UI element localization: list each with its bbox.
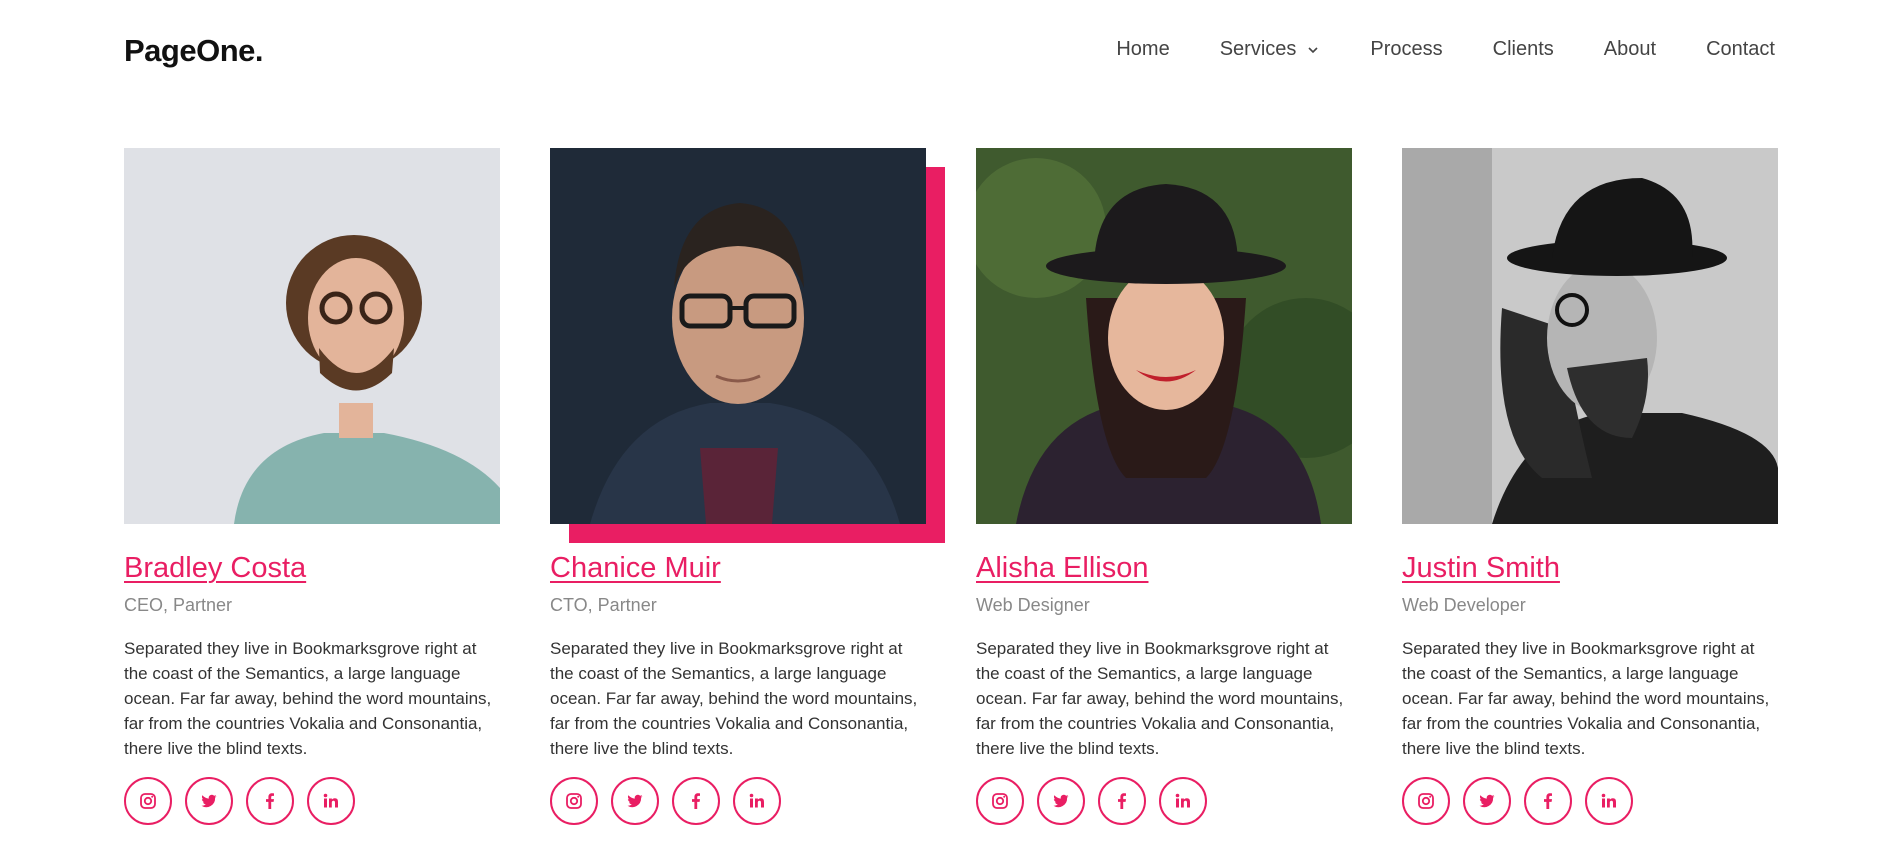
linkedin-icon [1175, 793, 1190, 808]
team-member-photo [976, 148, 1352, 524]
member-role: Web Designer [976, 595, 1090, 615]
team-card-highlighted: Chanice Muir CTO, Partner Separated they… [550, 148, 945, 825]
instagram-icon [140, 793, 156, 809]
team-member-photo [550, 148, 926, 524]
member-role: CTO, Partner [550, 595, 657, 615]
instagram-button[interactable] [550, 777, 598, 825]
twitter-icon [627, 794, 643, 808]
linkedin-button[interactable] [1585, 777, 1633, 825]
instagram-icon [992, 793, 1008, 809]
nav-contact[interactable]: Contact [1706, 38, 1775, 61]
member-name-link[interactable]: Bradley Costa [124, 552, 306, 585]
facebook-icon [266, 793, 274, 809]
instagram-button[interactable] [124, 777, 172, 825]
site-header: PageOne. Home Services Process Clients A… [0, 0, 1895, 104]
facebook-button[interactable] [672, 777, 720, 825]
social-links [124, 777, 500, 825]
twitter-icon [201, 794, 217, 808]
member-bio: Separated they live in Bookmarksgrove ri… [550, 639, 918, 758]
social-links [1402, 777, 1778, 825]
twitter-button[interactable] [1037, 777, 1085, 825]
instagram-button[interactable] [1402, 777, 1450, 825]
photo-container [976, 148, 1352, 524]
facebook-button[interactable] [1524, 777, 1572, 825]
instagram-icon [1418, 793, 1434, 809]
member-bio: Separated they live in Bookmarksgrove ri… [976, 639, 1344, 758]
photo-container [124, 148, 500, 524]
nav-process[interactable]: Process [1370, 38, 1442, 61]
member-name-link[interactable]: Alisha Ellison [976, 552, 1148, 585]
nav-home[interactable]: Home [1116, 38, 1169, 61]
twitter-button[interactable] [185, 777, 233, 825]
main-nav: Home Services Process Clients About Cont… [1116, 38, 1775, 61]
facebook-icon [1544, 793, 1552, 809]
twitter-icon [1053, 794, 1069, 808]
team-member-photo [124, 148, 500, 524]
brand-logo[interactable]: PageOne. [124, 33, 264, 69]
photo-container [1402, 148, 1778, 524]
member-role: CEO, Partner [124, 595, 233, 615]
social-links [550, 777, 926, 825]
facebook-icon [692, 793, 700, 809]
facebook-button[interactable] [1098, 777, 1146, 825]
team-card: Bradley Costa CEO, Partner Separated the… [124, 148, 500, 825]
member-name-link[interactable]: Justin Smith [1402, 552, 1560, 585]
instagram-icon [566, 793, 582, 809]
team-member-photo [1402, 148, 1778, 524]
photo-container [550, 148, 945, 543]
team-card: Justin Smith Web Developer Separated the… [1402, 148, 1778, 825]
nav-about[interactable]: About [1604, 38, 1656, 61]
twitter-button[interactable] [611, 777, 659, 825]
member-bio: Separated they live in Bookmarksgrove ri… [1402, 639, 1770, 758]
linkedin-button[interactable] [733, 777, 781, 825]
member-role: Web Developer [1402, 595, 1526, 615]
linkedin-icon [323, 793, 338, 808]
twitter-icon [1479, 794, 1495, 808]
member-bio: Separated they live in Bookmarksgrove ri… [124, 639, 492, 758]
facebook-icon [1118, 793, 1126, 809]
twitter-button[interactable] [1463, 777, 1511, 825]
member-name-link[interactable]: Chanice Muir [550, 552, 721, 585]
team-card: Alisha Ellison Web Designer Separated th… [976, 148, 1352, 825]
linkedin-icon [749, 793, 764, 808]
facebook-button[interactable] [246, 777, 294, 825]
chevron-down-icon [1308, 46, 1318, 53]
linkedin-button[interactable] [1159, 777, 1207, 825]
linkedin-button[interactable] [307, 777, 355, 825]
nav-services-label: Services [1219, 38, 1297, 60]
nav-clients[interactable]: Clients [1493, 38, 1554, 61]
linkedin-icon [1601, 793, 1616, 808]
social-links [976, 777, 1352, 825]
nav-services[interactable]: Services [1220, 38, 1321, 61]
instagram-button[interactable] [976, 777, 1024, 825]
